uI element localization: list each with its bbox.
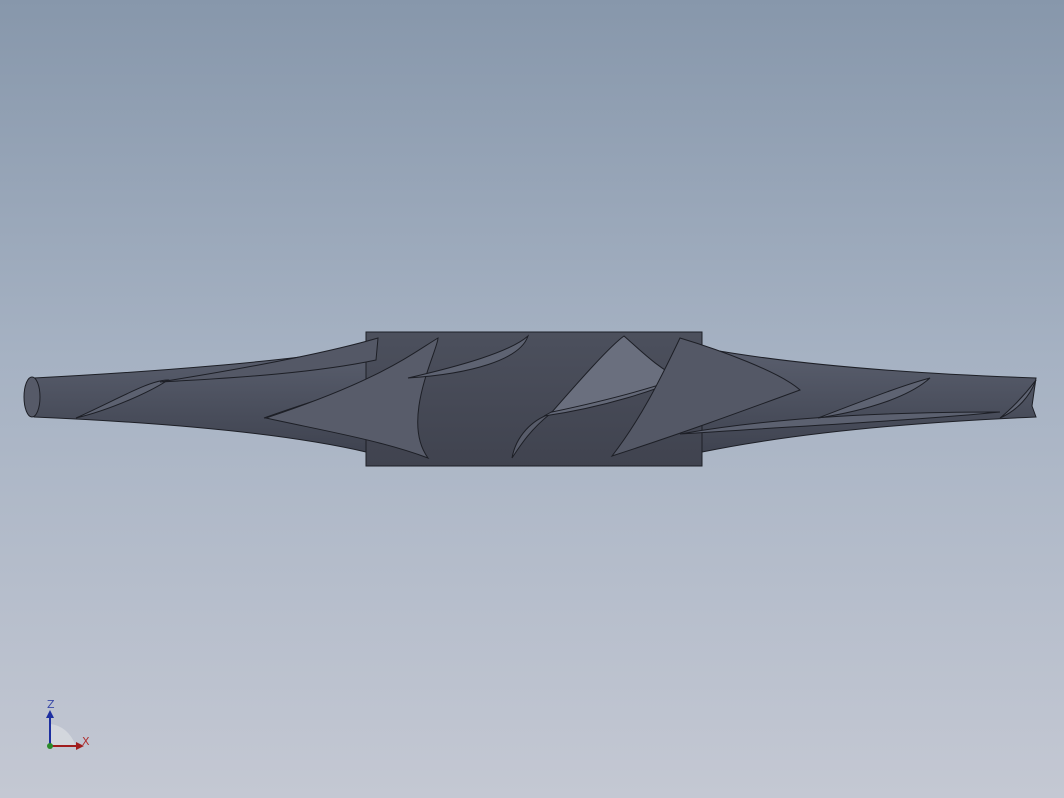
left-shaft-end xyxy=(23,376,41,418)
x-axis-label: X xyxy=(82,735,90,748)
orientation-triad: Z X xyxy=(38,696,98,756)
graphics-viewport[interactable]: Z X xyxy=(0,0,1064,798)
impeller-shaft-model[interactable] xyxy=(0,0,1064,798)
z-axis-label: Z xyxy=(47,698,55,711)
